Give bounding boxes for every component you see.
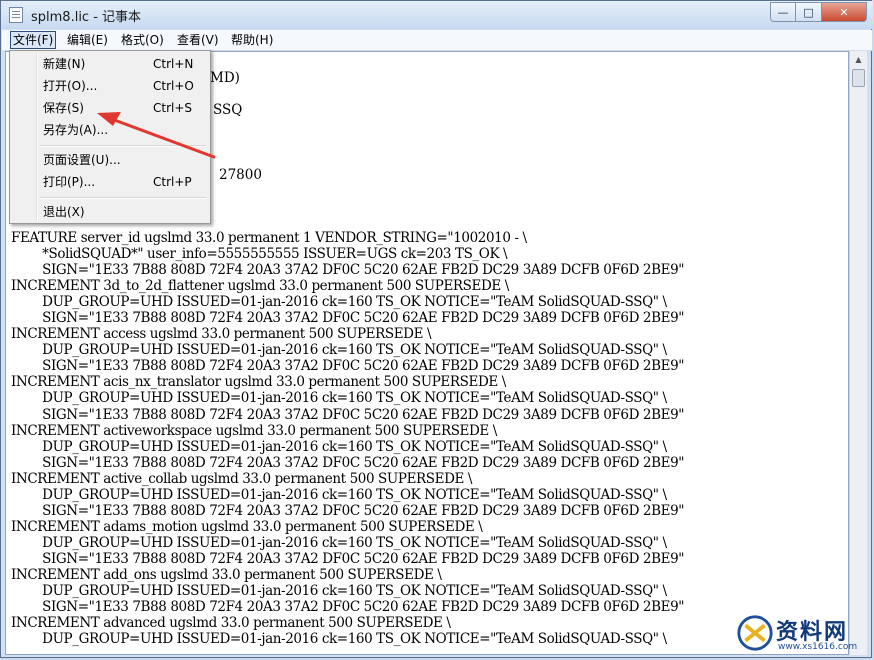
watermark-url: www.xs1616.com [778, 642, 858, 652]
maximize-button[interactable]: □ [796, 2, 822, 22]
scroll-up-arrow-icon[interactable]: ▲ [850, 51, 867, 68]
license-file-content: FEATURE server_id ugslmd 33.0 permanent … [11, 230, 685, 648]
annotation-arrow [97, 112, 216, 159]
watermark: 资料网 www.xs1616.com [732, 608, 874, 660]
window-controls: — □ ✕ [770, 2, 867, 22]
watermark-logo-icon [737, 615, 773, 651]
close-button[interactable]: ✕ [822, 2, 867, 22]
vertical-scrollbar[interactable]: ▲ [849, 51, 867, 655]
minimize-button[interactable]: — [770, 2, 796, 22]
menu-item-label: 退出(X) [43, 205, 85, 219]
notepad-window: splm8.lic - 记事本 — □ ✕ 文件(F) 编辑(E) 格式(O) … [0, 0, 873, 658]
scroll-thumb[interactable] [852, 69, 865, 87]
menu-item-exit[interactable]: 退出(X) [12, 201, 208, 223]
